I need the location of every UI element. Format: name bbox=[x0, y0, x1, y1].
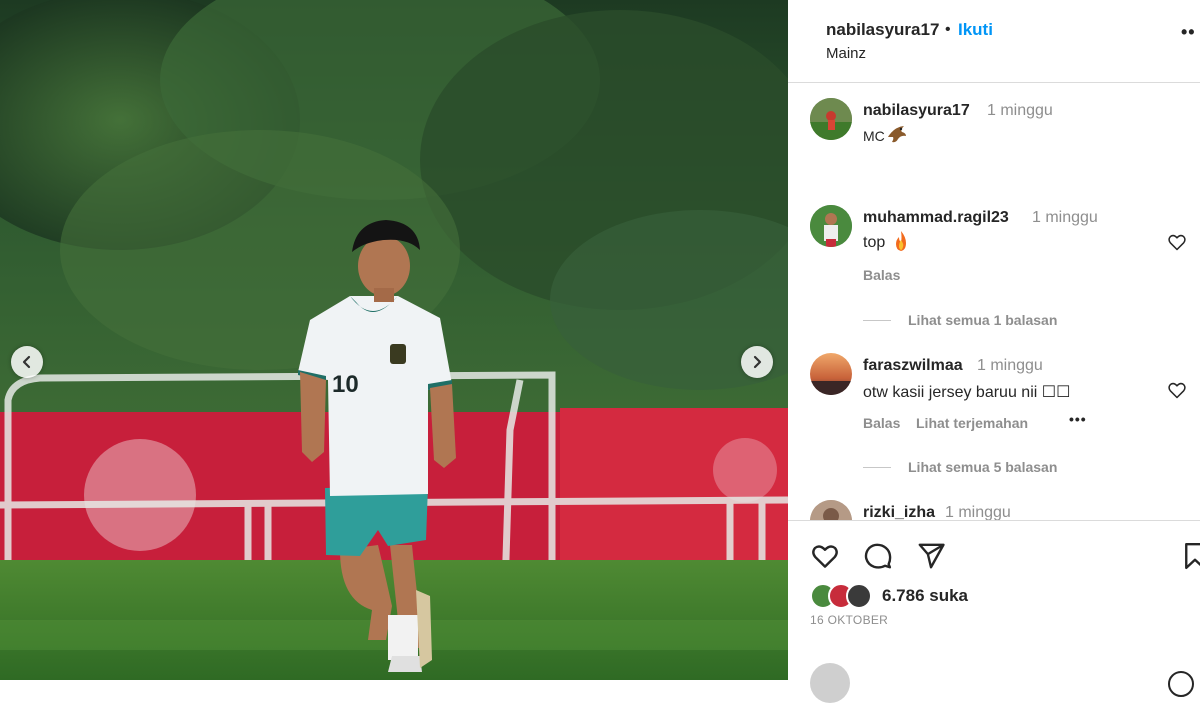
see-translation-button[interactable]: Lihat terjemahan bbox=[916, 415, 1028, 431]
comment-time[interactable]: 1 minggu bbox=[1032, 209, 1098, 227]
post-photo[interactable]: 10 bbox=[0, 0, 788, 680]
comment-text: top bbox=[863, 234, 886, 251]
heart-icon[interactable] bbox=[810, 541, 840, 571]
caption-text: MC bbox=[863, 128, 885, 144]
author-username[interactable]: nabilasyura17 bbox=[826, 20, 939, 40]
more-options-icon[interactable]: •• bbox=[1181, 22, 1196, 43]
chevron-right-icon bbox=[753, 355, 762, 369]
reply-button[interactable]: Balas bbox=[863, 267, 900, 283]
caption-username[interactable]: nabilasyura17 bbox=[863, 102, 970, 120]
next-photo-button[interactable] bbox=[741, 346, 773, 378]
avatar[interactable] bbox=[810, 205, 852, 247]
avatar-image bbox=[810, 353, 852, 395]
like-comment-heart-icon[interactable] bbox=[1167, 232, 1187, 252]
avatar[interactable] bbox=[810, 353, 852, 395]
share-icon[interactable] bbox=[916, 541, 946, 571]
liker-avatar[interactable] bbox=[846, 583, 872, 609]
caption-time[interactable]: 1 minggu bbox=[987, 102, 1053, 120]
comment-more-options-icon[interactable]: ••• bbox=[1069, 411, 1087, 427]
comments-list[interactable]: nabilasyura17 1 minggu MC muhammad.ragil… bbox=[788, 83, 1200, 520]
replies-divider-line bbox=[863, 467, 891, 468]
post-date[interactable]: 16 OKTOBER bbox=[810, 613, 888, 627]
comment-text: otw kasii jersey baruu nii ☐☐ bbox=[863, 384, 1071, 401]
view-replies-button[interactable]: Lihat semua 1 balasan bbox=[908, 312, 1057, 328]
avatar-image bbox=[810, 98, 852, 140]
comment-username[interactable]: muhammad.ragil23 bbox=[863, 209, 1009, 227]
chevron-left-icon bbox=[22, 355, 31, 369]
avatar[interactable] bbox=[810, 98, 852, 140]
fire-emoji-icon bbox=[896, 231, 906, 251]
comment-time[interactable]: 1 minggu bbox=[977, 357, 1043, 375]
like-comment-heart-icon[interactable] bbox=[1167, 380, 1187, 400]
avatar bbox=[810, 663, 850, 703]
post-side-panel: nabilasyura17 • Ikuti Mainz •• nabilasyu… bbox=[788, 0, 1200, 703]
avatar-image bbox=[810, 205, 852, 247]
jersey-number: 10 bbox=[332, 371, 359, 398]
replies-divider-line bbox=[863, 320, 891, 321]
comment-time[interactable]: 1 minggu bbox=[945, 504, 1011, 520]
post-header: nabilasyura17 • Ikuti Mainz •• bbox=[788, 0, 1200, 83]
bookmark-icon[interactable] bbox=[1180, 541, 1200, 571]
comment-username[interactable]: rizki_izha bbox=[863, 504, 935, 520]
football-player-image: 10 bbox=[0, 0, 788, 680]
avatar[interactable] bbox=[810, 500, 852, 520]
eagle-emoji-icon bbox=[888, 126, 906, 143]
emoji-picker-icon[interactable] bbox=[1168, 671, 1194, 697]
previous-photo-button[interactable] bbox=[11, 346, 43, 378]
comment-username[interactable]: faraszwilmaa bbox=[863, 357, 963, 375]
reply-button[interactable]: Balas bbox=[863, 415, 900, 431]
view-replies-button[interactable]: Lihat semua 5 balasan bbox=[908, 459, 1057, 475]
post-actions: 6.786 suka 16 OKTOBER bbox=[788, 520, 1200, 703]
follow-button[interactable]: Ikuti bbox=[958, 20, 993, 40]
separator-dot: • bbox=[945, 21, 951, 38]
post-location[interactable]: Mainz bbox=[826, 45, 866, 62]
comment-icon[interactable] bbox=[863, 541, 893, 571]
likes-count[interactable]: 6.786 suka bbox=[882, 586, 968, 606]
avatar-image bbox=[810, 500, 852, 520]
